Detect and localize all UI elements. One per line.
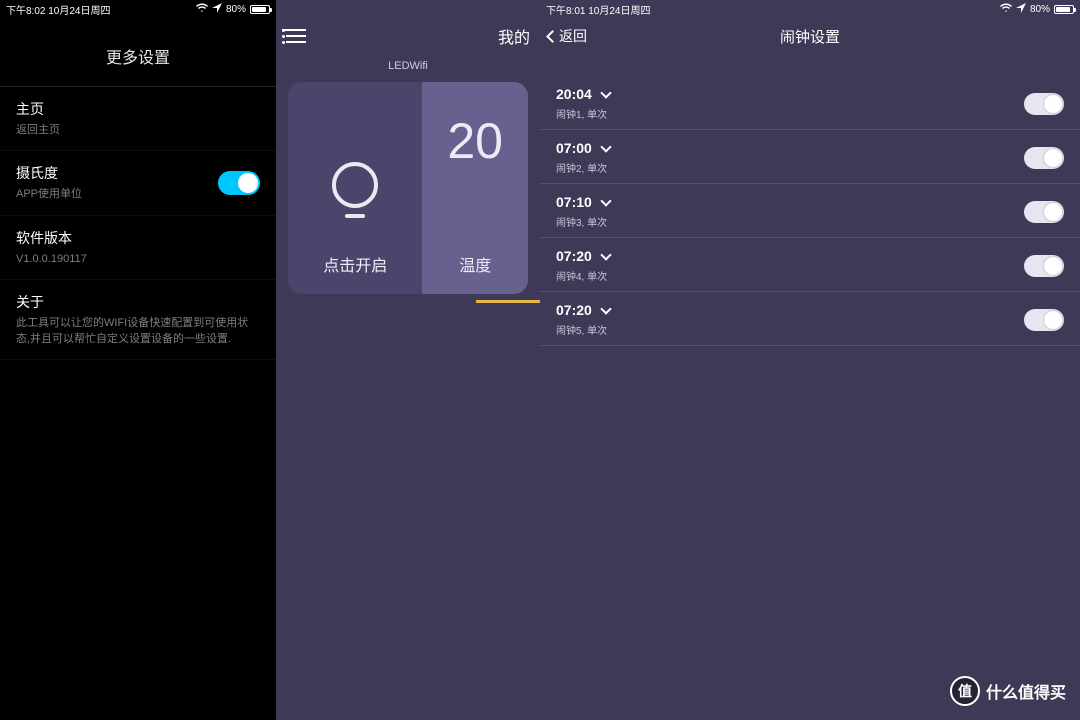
battery-icon xyxy=(250,5,270,14)
alarm-toggle[interactable] xyxy=(1024,147,1064,169)
settings-title: 更多设置 xyxy=(0,18,276,86)
home-label: 主页 xyxy=(16,99,260,119)
version-label: 软件版本 xyxy=(16,228,260,248)
alarm-toggle[interactable] xyxy=(1024,255,1064,277)
alarm-row[interactable]: 07:10 闹钟3, 单次 xyxy=(540,184,1080,238)
alarm-row[interactable]: 07:20 闹钟5, 单次 xyxy=(540,292,1080,346)
light-tile[interactable]: 点击开启 xyxy=(288,82,422,294)
celsius-toggle[interactable] xyxy=(218,171,260,195)
about-label: 关于 xyxy=(16,292,260,312)
settings-row-about[interactable]: 关于 此工具可以让您的WIFI设备快速配置到可使用状态,并且可以帮忙自定义设置设… xyxy=(0,280,276,360)
chevron-down-icon xyxy=(600,87,611,98)
alarm-time: 20:04 xyxy=(556,86,592,102)
temp-label: 温度 xyxy=(459,252,491,276)
menu-icon[interactable] xyxy=(286,29,306,43)
alarm-toggle[interactable] xyxy=(1024,93,1064,115)
watermark: 值 什么值得买 xyxy=(950,676,1066,706)
battery-icon xyxy=(1054,5,1074,14)
chevron-left-icon xyxy=(546,30,559,43)
statusbar-right: 下午8:01 10月24日周四 80% xyxy=(540,0,1080,18)
statusbar-left: 下午8:02 10月24日周四 80% xyxy=(0,0,276,18)
alarm-toggle[interactable] xyxy=(1024,309,1064,331)
alarm-time: 07:10 xyxy=(556,194,592,210)
alarm-sub: 闹钟2, 单次 xyxy=(556,160,610,175)
alarm-list: 20:04 闹钟1, 单次 07:00 闹钟2, 单次 07:10 闹钟3, 单… xyxy=(540,76,1080,346)
dashboard-panel: .. 我的 LEDWifi 点击开启 20 温度 xyxy=(276,0,540,720)
alarm-time: 07:20 xyxy=(556,302,592,318)
alarm-sub: 闹钟5, 单次 xyxy=(556,322,610,337)
settings-row-celsius[interactable]: 摄氏度 APP使用单位 xyxy=(0,151,276,215)
alarm-row[interactable]: 20:04 闹钟1, 单次 xyxy=(540,76,1080,130)
version-value: V1.0.0.190117 xyxy=(16,252,260,267)
alarm-row[interactable]: 07:20 闹钟4, 单次 xyxy=(540,238,1080,292)
temp-tile[interactable]: 20 温度 xyxy=(422,82,528,294)
alarm-sub: 闹钟1, 单次 xyxy=(556,106,610,121)
settings-row-version[interactable]: 软件版本 V1.0.0.190117 xyxy=(0,216,276,280)
location-icon xyxy=(1016,3,1026,16)
celsius-sub: APP使用单位 xyxy=(16,187,82,202)
dash-navbar: 我的 xyxy=(276,18,540,54)
location-icon xyxy=(212,3,222,16)
alarm-time: 07:20 xyxy=(556,248,592,264)
chevron-down-icon xyxy=(600,195,611,206)
about-sub: 此工具可以让您的WIFI设备快速配置到可使用状态,并且可以帮忙自定义设置设备的一… xyxy=(16,316,260,347)
temp-value: 20 xyxy=(447,112,503,170)
chevron-down-icon xyxy=(600,141,611,152)
status-time: 下午8:01 10月24日周四 xyxy=(546,2,651,17)
settings-panel: 下午8:02 10月24日周四 80% 更多设置 主页 返回主页 摄氏度 APP… xyxy=(0,0,276,720)
home-sub: 返回主页 xyxy=(16,123,260,138)
alarm-time: 07:00 xyxy=(556,140,592,156)
wifi-icon xyxy=(196,3,208,16)
device-card: 点击开启 20 温度 xyxy=(288,82,528,294)
alarm-sub: 闹钟4, 单次 xyxy=(556,268,610,283)
alarm-row[interactable]: 07:00 闹钟2, 单次 xyxy=(540,130,1080,184)
dash-tab[interactable]: LEDWifi xyxy=(276,54,540,82)
bulb-icon xyxy=(332,162,378,208)
light-label: 点击开启 xyxy=(323,252,387,276)
alarm-toggle[interactable] xyxy=(1024,201,1064,223)
battery-text: 80% xyxy=(1030,4,1050,15)
battery-text: 80% xyxy=(226,4,246,15)
back-label: 返回 xyxy=(559,26,587,46)
back-button[interactable]: 返回 xyxy=(548,26,587,46)
chevron-down-icon xyxy=(600,249,611,260)
tab-underline xyxy=(476,300,540,303)
status-time: 下午8:02 10月24日周四 xyxy=(6,2,111,17)
chevron-down-icon xyxy=(600,303,611,314)
dash-title: 我的 xyxy=(498,24,530,48)
settings-row-home[interactable]: 主页 返回主页 xyxy=(0,87,276,151)
wifi-icon xyxy=(1000,3,1012,16)
watermark-badge: 值 xyxy=(950,676,980,706)
alarm-sub: 闹钟3, 单次 xyxy=(556,214,610,229)
celsius-label: 摄氏度 xyxy=(16,163,82,183)
alarm-panel: 下午8:01 10月24日周四 80% 返回 闹钟设置 xyxy=(540,0,1080,720)
alarm-title: 闹钟设置 xyxy=(780,26,840,47)
alarm-navbar: 返回 闹钟设置 xyxy=(540,18,1080,54)
watermark-text: 什么值得买 xyxy=(986,679,1066,703)
